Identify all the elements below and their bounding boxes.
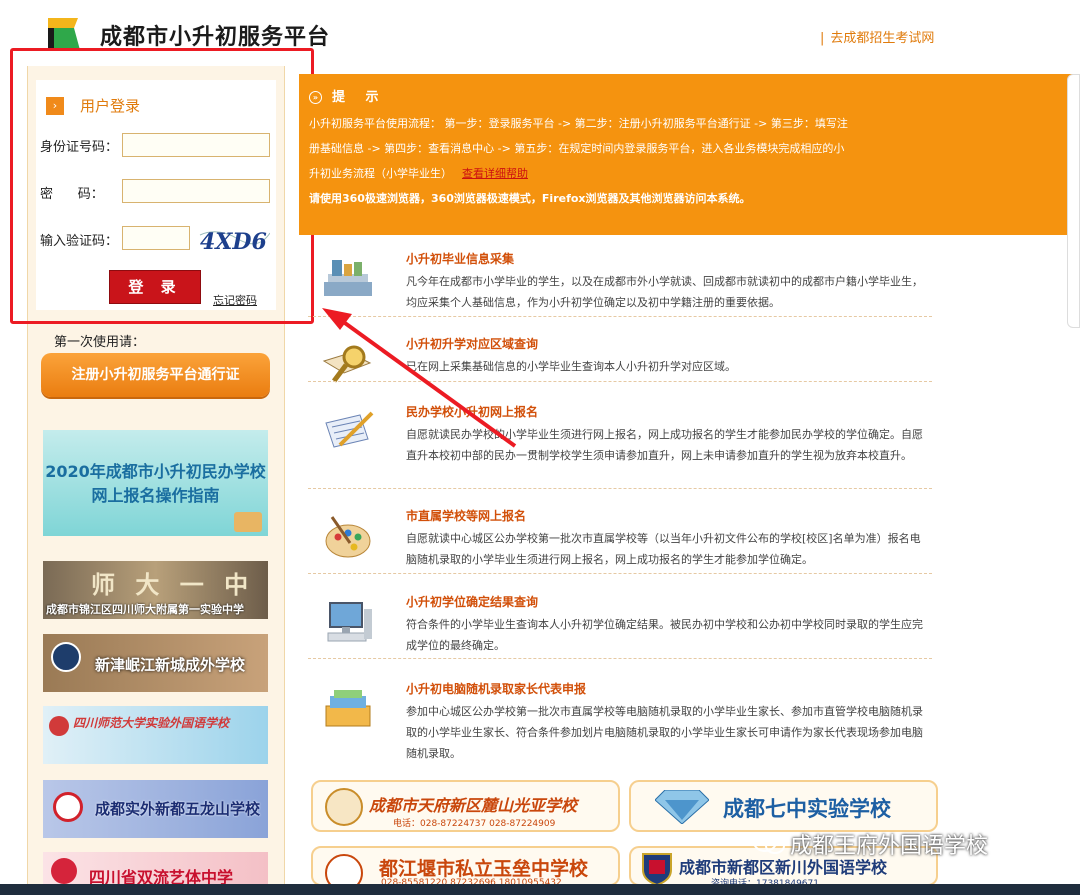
item-divider <box>308 316 932 317</box>
notice-line-2: 册基础信息 -> 第四步：查看消息中心 -> 第五步：在规定时间内登录服务平台，… <box>309 142 845 155</box>
item-desc: 参加中心城区公办学校第一批次市直属学校等电脑随机录取的小学毕业生家长、参加市直管… <box>406 705 923 760</box>
school-banner[interactable]: 师 大 一 中 成都市锦江区四川师大附属第一实验中学 <box>43 561 268 619</box>
school-banner-label: 四川省双流艺体中学 <box>89 868 234 884</box>
external-link[interactable]: | 去成都招生考试网 <box>820 27 934 46</box>
school-banner-label: 成都市锦江区四川师大附属第一实验中学 <box>46 603 244 616</box>
id-number-input[interactable] <box>122 133 270 157</box>
school-card[interactable]: 都江堰市私立玉垒中学校 028-85581220 87232696 180109… <box>311 846 620 886</box>
item-title[interactable]: 小升初电脑随机录取家长代表申报 <box>406 680 586 697</box>
school-card-name: 成都七中实验学校 <box>723 797 891 821</box>
login-button[interactable]: 登 录 <box>109 270 201 304</box>
banner-calligraphy: 师 大 一 中 <box>91 570 255 599</box>
logo-icon[interactable] <box>44 16 84 52</box>
school-banner-label: 成都实外新都五龙山学校 <box>95 800 261 818</box>
books-icon <box>324 260 372 296</box>
id-label: 身份证号码： <box>40 140 119 155</box>
guide-banner-line1: 2020年成都市小升初民办学校 <box>45 462 266 481</box>
notebook-pen-icon <box>325 411 374 448</box>
item-desc: 自愿就读民办学校的小学毕业生须进行网上报名，网上成功报名的学生才能参加民办学校的… <box>406 428 923 462</box>
watermark-text: 成都王府外国语学校 <box>790 834 989 859</box>
register-button[interactable]: 注册小升初服务平台通行证 <box>41 353 270 397</box>
first-use-label: 第一次使用请： <box>54 335 146 350</box>
school-banner[interactable]: 四川省双流艺体中学 <box>43 852 268 884</box>
school-banner[interactable]: 新津岷江新城成外学校 <box>43 634 268 692</box>
item-divider <box>308 488 932 489</box>
item-desc: 已在网上采集基础信息的小学毕业生查询本人小升初升学对应区域。 <box>406 360 736 373</box>
item-title[interactable]: 市直属学校等网上报名 <box>406 507 526 524</box>
item-desc: 符合条件的小学毕业生查询本人小升初学位确定结果。被民办初中学校和公办初中学校同时… <box>406 618 923 652</box>
external-link-label[interactable]: 去成都招生考试网 <box>830 31 934 46</box>
notice-line-3-text: 升初业务流程（小学毕业生） <box>309 167 452 180</box>
books-icon <box>234 512 262 532</box>
item-desc: 凡今年在成都市小学毕业的学生，以及在成都市外小学就读、回成都市就读初中的成都市户… <box>406 275 923 309</box>
school-card-name: 都江堰市私立玉垒中学校 <box>379 858 589 880</box>
school-banner[interactable]: 成都实外新都五龙山学校 <box>43 780 268 838</box>
captcha-input[interactable] <box>122 226 190 250</box>
info-icon: » <box>309 91 322 104</box>
school-card[interactable]: 成都七中实验学校 <box>629 780 938 832</box>
item-title[interactable]: 小升初升学对应区域查询 <box>406 335 538 352</box>
browser-warning: 请使用360极速浏览器，360浏览器极速模式，Firefox浏览器及其他浏览器访… <box>309 192 751 205</box>
item-divider <box>308 573 932 574</box>
school-banner-label: 四川师范大学实验外国语学校 <box>73 716 230 730</box>
computer-icon <box>327 602 372 642</box>
notice-line-3: 升初业务流程（小学毕业生） 查看详细帮助 <box>309 165 528 181</box>
site-title: 成都市小升初服务平台 <box>100 25 331 50</box>
school-emblem-icon <box>51 858 77 884</box>
notice-line-1: 小升初服务平台使用流程： 第一步：登录服务平台 -> 第二步：注册小升初服务平台… <box>309 117 848 130</box>
password-input[interactable] <box>122 179 270 203</box>
link-separator: | <box>820 31 825 46</box>
school-emblem-icon <box>51 642 81 672</box>
diamond-logo-icon <box>655 790 709 824</box>
login-heading-label: 用户登录 <box>80 97 141 115</box>
captcha-image[interactable]: 4XD6 <box>198 225 270 255</box>
captcha-label: 输入验证码： <box>40 234 119 249</box>
password-label: 密 码： <box>40 187 104 202</box>
guide-banner[interactable]: 2020年成都市小升初民办学校 网上报名操作指南 <box>43 430 268 536</box>
item-divider <box>308 658 932 659</box>
school-banner[interactable]: 四川师范大学实验外国语学校 <box>43 706 268 764</box>
page-header: 成都市小升初服务平台 | 去成都招生考试网 <box>0 0 1080 66</box>
item-divider <box>308 381 932 382</box>
notice-title: » 提 示 <box>309 86 387 105</box>
wechat-icon <box>753 832 785 854</box>
item-desc: 自愿就读中心城区公办学校第一批次市直属学校等（以当年小升初文件公布的学校[校区]… <box>406 532 921 566</box>
school-card[interactable]: 成都市天府新区麓山光亚学校 电话：028-87224737 028-872249… <box>311 780 620 832</box>
school-emblem-icon <box>325 788 363 826</box>
item-title[interactable]: 民办学校小升初网上报名 <box>406 403 538 420</box>
school-banner-label: 新津岷江新城成外学校 <box>95 656 246 674</box>
side-scroll-tab[interactable] <box>1067 74 1080 328</box>
guide-banner-line2: 网上报名操作指南 <box>91 486 220 505</box>
palette-icon <box>325 516 371 558</box>
school-emblem-icon <box>325 854 363 884</box>
help-link[interactable]: 查看详细帮助 <box>462 167 528 180</box>
school-emblem-icon <box>53 792 83 822</box>
folders-icon <box>325 690 371 727</box>
school-card-sub: 电话：028-87224737 028-87224909 <box>393 819 556 829</box>
item-title[interactable]: 小升初毕业信息采集 <box>406 250 514 267</box>
shield-icon <box>642 853 672 884</box>
notice-title-label: 提 示 <box>332 90 387 105</box>
forgot-password-link[interactable]: 忘记密码 <box>213 292 257 308</box>
captcha-text: 4XD6 <box>200 229 267 255</box>
notice-panel: » 提 示 小升初服务平台使用流程： 第一步：登录服务平台 -> 第二步：注册小升… <box>299 74 1080 235</box>
item-title[interactable]: 小升初学位确定结果查询 <box>406 593 538 610</box>
school-card-name: 成都市天府新区麓山光亚学校 <box>369 796 578 815</box>
taskbar <box>0 884 1080 895</box>
arrow-icon: › <box>46 97 64 115</box>
school-emblem-icon <box>49 716 69 736</box>
